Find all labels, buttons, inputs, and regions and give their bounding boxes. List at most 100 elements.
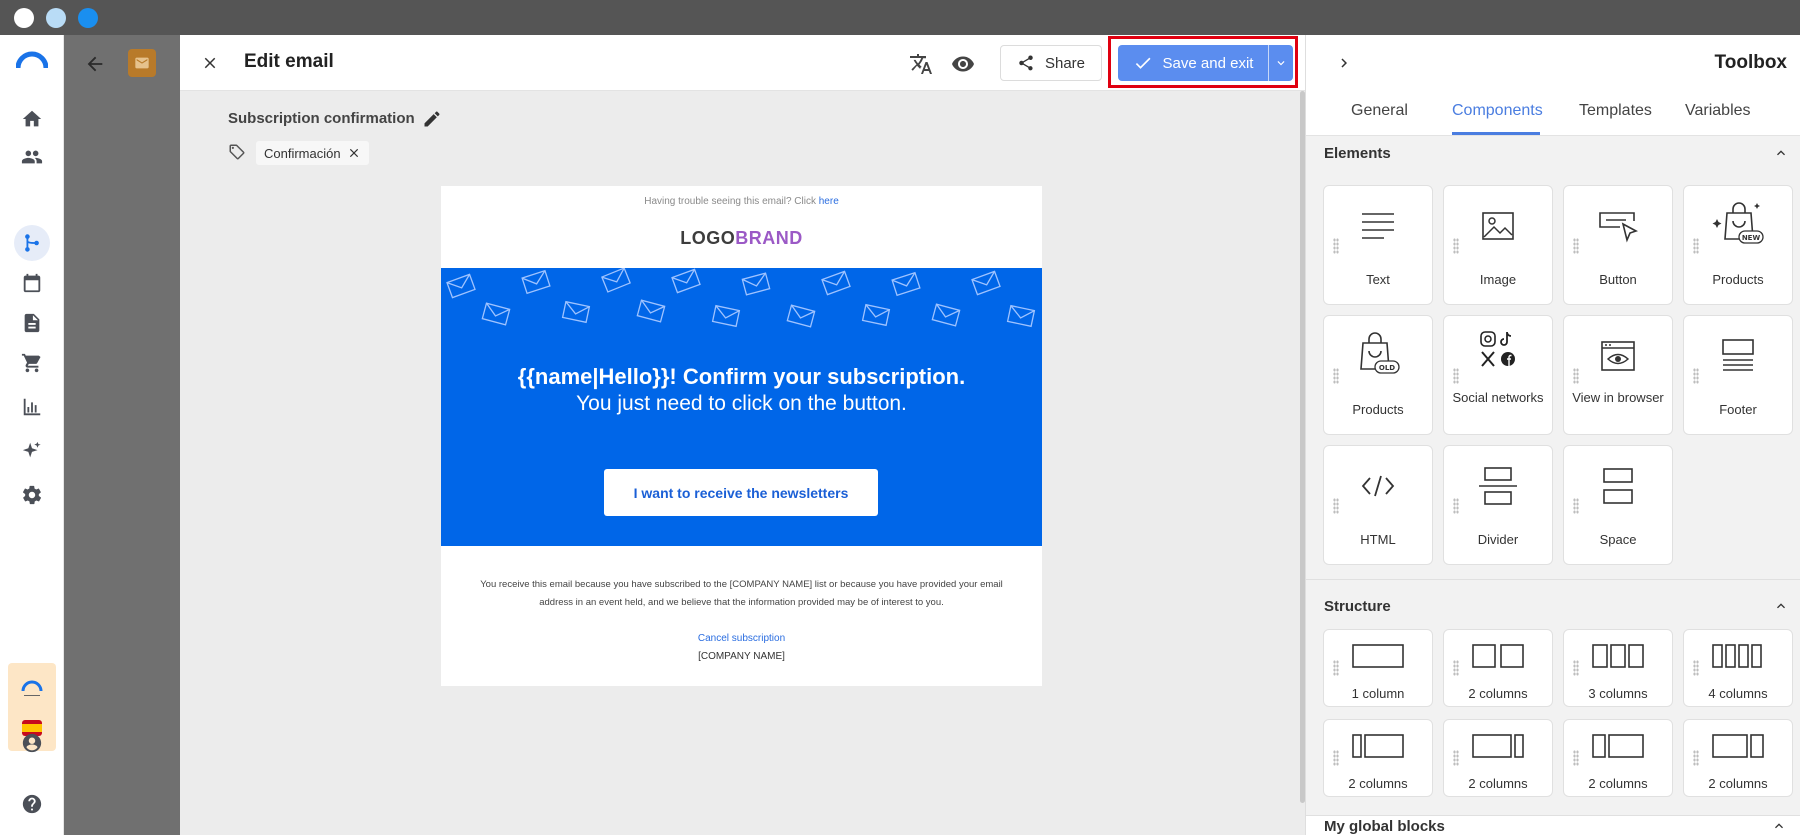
tab-variables[interactable]: Variables (1685, 102, 1751, 120)
brand-mini-logo-icon (20, 675, 44, 699)
products-old-icon: OLD (1324, 330, 1432, 374)
element-label-products-new: Products (1712, 272, 1764, 287)
logo-part-logo: LOGO (680, 228, 736, 248)
element-label-image: Image (1479, 272, 1517, 287)
element-card-space[interactable]: Space (1563, 445, 1673, 565)
button-cursor-icon (1564, 204, 1672, 248)
envelope-icon (636, 299, 666, 323)
elements-collapse-chevron-up-icon[interactable] (1771, 143, 1791, 163)
company-name: [COMPANY NAME] (698, 651, 785, 662)
footer-icon (1684, 334, 1792, 378)
active-tab-indicator (1452, 132, 1540, 135)
view-browser-icon (1564, 334, 1672, 378)
element-card-text[interactable]: Text (1323, 185, 1433, 305)
layout-4-columns-icon (1684, 640, 1792, 672)
element-card-products-old[interactable]: OLD Products (1323, 315, 1433, 435)
email-type-icon (128, 49, 156, 77)
envelope-icon (821, 270, 851, 296)
cancel-subscription-link[interactable]: Cancel subscription (441, 633, 1042, 644)
tab-components[interactable]: Components (1452, 102, 1543, 120)
tag-icon (228, 143, 248, 163)
products-new-icon: NEW (1684, 200, 1792, 244)
document-icon[interactable] (20, 311, 44, 335)
toolbox-tabs: General Components Templates Variables (1306, 90, 1800, 136)
contacts-icon[interactable] (20, 145, 44, 169)
structure-card-1-column[interactable]: 1 column (1323, 629, 1433, 707)
structure-label-2-columns-c: 2 columns (1588, 776, 1648, 791)
footer-text-line-2: address in an event held, and we believe… (539, 597, 944, 608)
tag-chip-label: Confirmación (264, 145, 341, 161)
toolbox-header: Toolbox (1306, 35, 1800, 90)
window-close-dot[interactable] (14, 8, 34, 28)
html-code-icon (1324, 464, 1432, 508)
structure-card-2-columns-right-narrow[interactable]: 2 columns (1443, 719, 1553, 797)
collapse-toolbox-chevron-right-icon[interactable] (1332, 51, 1356, 75)
global-blocks-chevron-up-icon[interactable] (1771, 818, 1787, 835)
account-icon[interactable] (20, 731, 44, 755)
cta-button[interactable]: I want to receive the newsletters (604, 469, 878, 516)
layout-2-columns-right-small-icon (1684, 730, 1792, 762)
structure-card-2-columns-left-narrow[interactable]: 2 columns (1323, 719, 1433, 797)
hero-banner: {{name|Hello}}! Confirm your subscriptio… (441, 268, 1042, 546)
element-card-html[interactable]: HTML (1323, 445, 1433, 565)
tab-templates[interactable]: Templates (1579, 102, 1652, 120)
share-button[interactable]: Share (1000, 45, 1102, 81)
remove-tag-close-icon[interactable] (347, 146, 361, 160)
close-icon[interactable] (198, 51, 222, 75)
preheader-text: Having trouble seeing this email? Click (644, 196, 816, 207)
element-card-image[interactable]: Image (1443, 185, 1553, 305)
share-icon (1017, 54, 1035, 72)
structure-card-2-columns-right-small[interactable]: 2 columns (1683, 719, 1793, 797)
toolbox-panel: Toolbox General Components Templates Var… (1305, 35, 1800, 835)
email-footer-text: You receive this email because you have … (461, 576, 1022, 612)
editor-header: Edit email Share Save and exit (180, 35, 1305, 91)
settings-icon[interactable] (20, 483, 44, 507)
preheader-link[interactable]: here (819, 196, 839, 207)
ai-sparkle-icon[interactable] (20, 439, 44, 463)
structure-label-2-columns-b: 2 columns (1468, 776, 1528, 791)
structure-card-2-columns-left-small[interactable]: 2 columns (1563, 719, 1673, 797)
envelope-icon (446, 273, 476, 299)
envelope-icon (601, 268, 631, 293)
app-logo-icon[interactable] (15, 51, 49, 69)
element-card-products-new[interactable]: NEW Products (1683, 185, 1793, 305)
window-maximize-dot[interactable] (78, 8, 98, 28)
tag-chip: Confirmación (256, 141, 369, 165)
reports-icon[interactable] (20, 395, 44, 419)
element-label-view-in-browser: View in browser (1572, 390, 1664, 405)
element-card-footer[interactable]: Footer (1683, 315, 1793, 435)
home-icon[interactable] (20, 107, 44, 131)
structure-card-3-columns[interactable]: 3 columns (1563, 629, 1673, 707)
element-card-social-networks[interactable]: Social networks (1443, 315, 1553, 435)
element-card-view-in-browser[interactable]: View in browser (1563, 315, 1673, 435)
window-minimize-dot[interactable] (46, 8, 66, 28)
automation-icon[interactable] (20, 231, 44, 255)
element-card-divider[interactable]: Divider (1443, 445, 1553, 565)
translate-icon[interactable] (908, 51, 934, 77)
layout-2-columns-left-narrow-icon (1324, 730, 1432, 762)
envelope-icon (481, 302, 511, 326)
envelope-icon (891, 271, 921, 297)
structure-label-2-columns: 2 columns (1468, 686, 1528, 701)
back-arrow-icon (84, 53, 106, 75)
app-sidebar (0, 35, 64, 835)
layout-1-column-icon (1324, 640, 1432, 672)
email-preview[interactable]: Having trouble seeing this email? Click … (441, 186, 1042, 686)
cart-icon[interactable] (20, 351, 44, 375)
global-blocks-title: My global blocks (1324, 818, 1445, 835)
help-icon[interactable] (20, 792, 44, 816)
envelope-icon (561, 300, 591, 324)
calendar-icon[interactable] (20, 271, 44, 295)
preview-eye-icon[interactable] (950, 51, 976, 77)
structure-card-2-columns[interactable]: 2 columns (1443, 629, 1553, 707)
divider-icon (1444, 464, 1552, 508)
structure-collapse-chevron-up-icon[interactable] (1771, 596, 1791, 616)
tab-general[interactable]: General (1351, 102, 1408, 120)
svg-text:NEW: NEW (1742, 234, 1761, 242)
structure-label-2-columns-a: 2 columns (1348, 776, 1408, 791)
structure-card-4-columns[interactable]: 4 columns (1683, 629, 1793, 707)
structure-label-2-columns-d: 2 columns (1708, 776, 1768, 791)
edit-name-pencil-icon[interactable] (420, 107, 444, 131)
email-editor-panel: Edit email Share Save and exit Subscript… (180, 35, 1305, 835)
element-card-button[interactable]: Button (1563, 185, 1673, 305)
